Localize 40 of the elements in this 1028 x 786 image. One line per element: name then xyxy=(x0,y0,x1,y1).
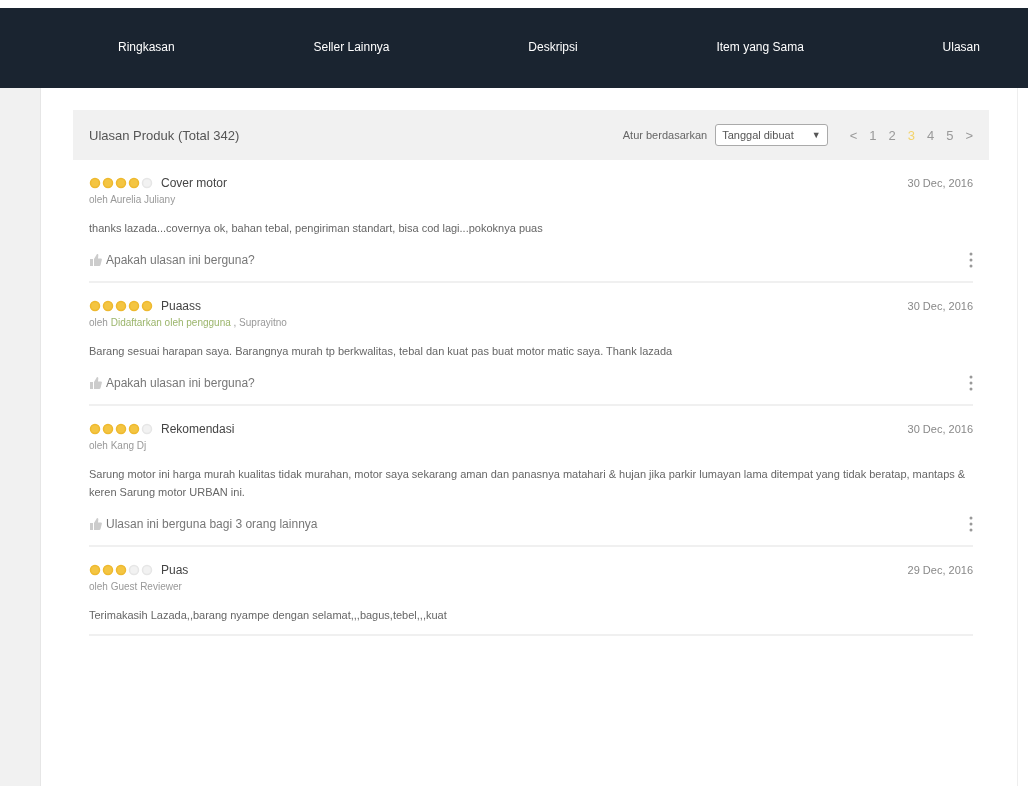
review-text: Sarung motor ini harga murah kualitas tidak murahan, motor saya sekarang aman dan panasnya matahari & hujan jika parkir lumayan lama ditempat yang tidak beratap, mantaps & keren Sarung motor URBAN ini. xyxy=(89,467,967,500)
more-options-icon[interactable] xyxy=(969,516,973,532)
review-title: Puaass xyxy=(161,299,203,313)
review-text: Terimakasih Lazada,,barang nyampe dengan selamat,,,bagus,tebel,,,kuat xyxy=(89,608,448,623)
thumbs-up-icon[interactable] xyxy=(89,254,102,266)
nav-tab[interactable]: Ulasan xyxy=(942,32,980,64)
review-text: Barang sesuai harapan saya. Barangnya murah tp berkwalitas, tebal dan kuat pas buat motor matic saya. Thank lazada xyxy=(89,344,674,359)
review-title: Rekomendasi xyxy=(161,422,236,436)
review-date: 30 Dec, 2016 xyxy=(907,423,973,435)
helpful-text: Apakah ulasan ini berguna? xyxy=(106,253,255,267)
more-options-icon[interactable] xyxy=(969,375,973,391)
previous-page-link[interactable]: < xyxy=(849,127,858,143)
nav-tab[interactable]: Ringkasan xyxy=(118,32,175,64)
sort-label: Atur berdasarkan xyxy=(622,129,708,141)
review-author: oleh Guest Reviewer xyxy=(89,581,183,592)
page-link[interactable]: 5 xyxy=(946,127,954,143)
page-link[interactable]: 2 xyxy=(888,127,896,143)
page-link[interactable]: 4 xyxy=(926,127,935,143)
review-date: 29 Dec, 2016 xyxy=(907,564,973,576)
thumbs-up-icon[interactable] xyxy=(89,377,102,389)
nav-tab[interactable]: Deskripsi xyxy=(528,32,578,64)
review-title: Puas xyxy=(161,563,190,577)
more-options-icon[interactable] xyxy=(969,252,973,268)
nav-tab[interactable]: Item yang Sama xyxy=(716,32,804,64)
page-link[interactable]: 1 xyxy=(869,127,877,143)
review-author: oleh Didaftarkan oleh pengguna , Suprayitno xyxy=(89,317,288,328)
helpful-text: Apakah ulasan ini berguna? xyxy=(106,376,255,390)
review-date: 30 Dec, 2016 xyxy=(907,177,973,189)
next-page-link[interactable]: > xyxy=(965,127,973,143)
review-date: 30 Dec, 2016 xyxy=(907,300,973,312)
registered-user-link[interactable]: Didaftarkan oleh pengguna xyxy=(110,317,231,328)
thumbs-up-icon[interactable] xyxy=(89,518,102,530)
review-author: oleh Kang Dj xyxy=(89,440,148,451)
review-author: oleh Aurelia Juliany xyxy=(89,194,177,205)
helpful-text: Ulasan ini berguna bagi 3 orang lainnya xyxy=(106,517,318,531)
review-title: Cover motor xyxy=(161,176,229,190)
sort-dropdown[interactable]: Tanggal dibuat ▼ xyxy=(715,124,828,146)
section-title: Ulasan Produk (Total 342) xyxy=(89,127,241,143)
review-text: thanks lazada...covernya ok, bahan tebal, pengiriman standart, bisa cod lagi...pokoknya puas xyxy=(89,221,544,236)
nav-tab[interactable]: Seller Lainnya xyxy=(313,32,390,64)
